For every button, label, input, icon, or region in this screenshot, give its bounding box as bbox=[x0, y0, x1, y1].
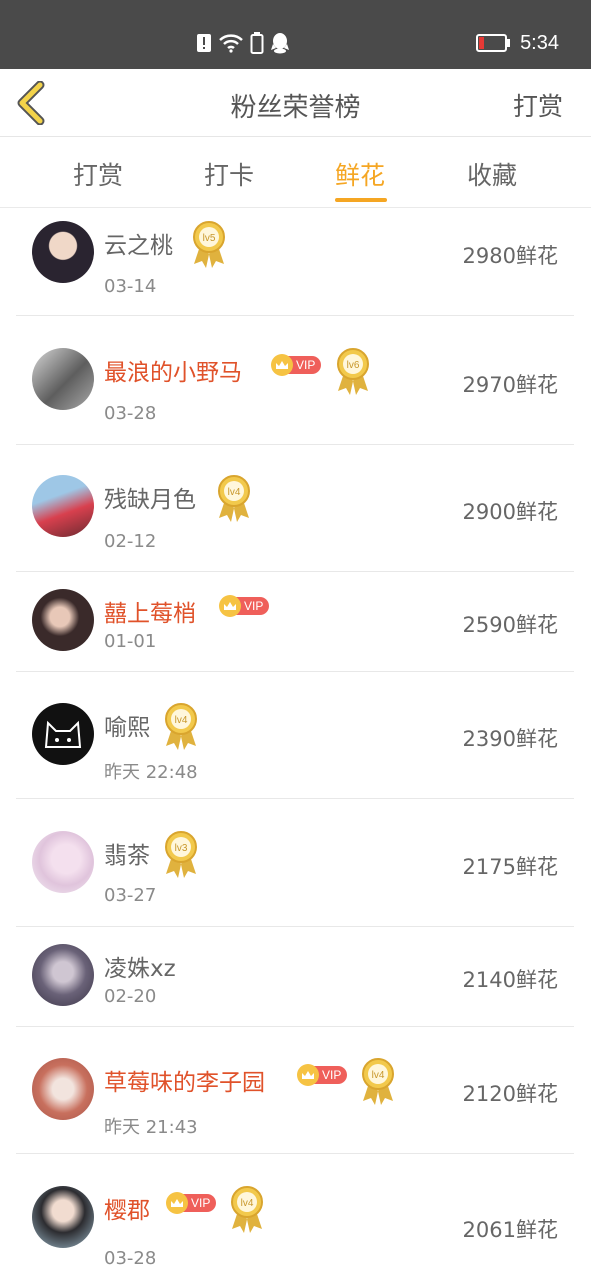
user-name[interactable]: 樱郡 bbox=[104, 1191, 150, 1225]
flower-amount: 2970鲜花 bbox=[462, 373, 558, 397]
date: 昨天 21:43 bbox=[104, 1117, 198, 1138]
vip-badge: VIP bbox=[271, 354, 322, 376]
date: 03-14 bbox=[104, 276, 157, 297]
level-medal-icon: lv4 bbox=[231, 1186, 263, 1233]
flower-amount: 2390鲜花 bbox=[462, 727, 558, 751]
avatar[interactable] bbox=[32, 703, 94, 765]
user-name[interactable]: 草莓味的李子园 bbox=[104, 1063, 265, 1097]
page-title: 粉丝荣誉榜 bbox=[230, 93, 361, 123]
tab-reward[interactable]: 打赏 bbox=[73, 156, 123, 192]
tab-bar: 打赏 打卡 鲜花 收藏 bbox=[0, 138, 591, 208]
vip-badge: VIP bbox=[219, 595, 270, 617]
crown-icon bbox=[271, 354, 293, 376]
phone-battery-icon bbox=[250, 32, 264, 54]
user-name[interactable]: 残缺月色 bbox=[104, 480, 196, 514]
list-item[interactable]: 凌姝xz 02-20 2140鲜花 bbox=[16, 927, 574, 1027]
user-name[interactable]: 翡茶 bbox=[104, 836, 150, 870]
alert-icon bbox=[197, 34, 211, 52]
status-icons bbox=[196, 31, 290, 55]
avatar[interactable] bbox=[32, 1186, 94, 1248]
date: 昨天 22:48 bbox=[104, 762, 198, 783]
crown-icon bbox=[166, 1192, 188, 1214]
status-right: 5:34 bbox=[476, 29, 559, 57]
level-text: lv4 bbox=[175, 715, 188, 726]
header: 粉丝荣誉榜 打赏 bbox=[0, 69, 591, 137]
list-item[interactable]: 云之桃 lv5 03-14 2980鲜花 bbox=[16, 208, 574, 316]
avatar[interactable] bbox=[32, 348, 94, 410]
crown-icon bbox=[219, 595, 241, 617]
list-item[interactable]: 囍上莓梢 VIP 01-01 2590鲜花 bbox=[16, 572, 574, 672]
qq-icon bbox=[271, 33, 289, 54]
user-name[interactable]: 喻熙 bbox=[104, 708, 150, 742]
reward-button[interactable]: 打赏 bbox=[513, 87, 563, 123]
level-medal-icon: lv5 bbox=[193, 221, 225, 268]
flower-amount: 2120鲜花 bbox=[462, 1082, 558, 1106]
list-item[interactable]: 最浪的小野马 VIP lv6 03-28 2970鲜花 bbox=[16, 316, 574, 445]
tab-checkin[interactable]: 打卡 bbox=[204, 156, 254, 192]
user-name[interactable]: 凌姝xz bbox=[104, 949, 176, 983]
list-item[interactable]: 喻熙 lv4 昨天 22:48 2390鲜花 bbox=[16, 672, 574, 799]
flower-amount: 2061鲜花 bbox=[462, 1218, 558, 1242]
date: 03-28 bbox=[104, 1248, 157, 1269]
status-bar: 5:34 bbox=[0, 0, 591, 69]
vip-badge: VIP bbox=[297, 1064, 348, 1086]
wifi-icon bbox=[219, 34, 243, 53]
tab-favorites[interactable]: 收藏 bbox=[467, 156, 517, 192]
avatar[interactable] bbox=[32, 944, 94, 1006]
avatar[interactable] bbox=[32, 1058, 94, 1120]
flower-amount: 2900鲜花 bbox=[462, 500, 558, 524]
flower-amount: 2980鲜花 bbox=[462, 244, 558, 268]
crown-icon bbox=[297, 1064, 319, 1086]
level-medal-icon: lv4 bbox=[362, 1058, 394, 1105]
list-item[interactable]: 樱郡 VIP lv4 03-28 2061鲜花 bbox=[16, 1154, 574, 1280]
level-medal-icon: lv4 bbox=[165, 703, 197, 750]
level-text: lv5 bbox=[203, 233, 216, 244]
level-text: lv3 bbox=[175, 843, 188, 854]
user-name[interactable]: 最浪的小野马 bbox=[104, 353, 242, 387]
list-item[interactable]: 翡茶 lv3 03-27 2175鲜花 bbox=[16, 799, 574, 927]
flower-amount: 2590鲜花 bbox=[462, 613, 558, 637]
level-medal-icon: lv6 bbox=[337, 348, 369, 395]
level-text: lv4 bbox=[372, 1070, 385, 1081]
date: 03-28 bbox=[104, 403, 157, 424]
flower-amount: 2140鲜花 bbox=[462, 968, 558, 992]
list-item[interactable]: 残缺月色 lv4 02-12 2900鲜花 bbox=[16, 445, 574, 572]
avatar[interactable] bbox=[32, 831, 94, 893]
date: 02-12 bbox=[104, 531, 157, 552]
user-name[interactable]: 云之桃 bbox=[104, 226, 173, 260]
level-text: lv4 bbox=[228, 487, 241, 498]
tab-active-indicator bbox=[335, 198, 387, 202]
vip-badge: VIP bbox=[166, 1192, 217, 1214]
date: 01-01 bbox=[104, 631, 157, 652]
tab-flowers[interactable]: 鲜花 bbox=[335, 156, 385, 192]
status-time: 5:34 bbox=[520, 31, 559, 54]
user-name[interactable]: 囍上莓梢 bbox=[104, 594, 196, 628]
avatar[interactable] bbox=[32, 221, 94, 283]
avatar[interactable] bbox=[32, 475, 94, 537]
cat-face-icon bbox=[44, 720, 82, 748]
level-medal-icon: lv4 bbox=[218, 475, 250, 522]
level-text: lv4 bbox=[241, 1198, 254, 1209]
date: 02-20 bbox=[104, 986, 157, 1007]
level-text: lv6 bbox=[347, 360, 360, 371]
avatar[interactable] bbox=[32, 589, 94, 651]
list-item[interactable]: 草莓味的李子园 VIP lv4 昨天 21:43 2120鲜花 bbox=[16, 1027, 574, 1154]
flower-amount: 2175鲜花 bbox=[462, 855, 558, 879]
date: 03-27 bbox=[104, 885, 157, 906]
level-medal-icon: lv3 bbox=[165, 831, 197, 878]
battery-low-icon bbox=[476, 34, 511, 52]
